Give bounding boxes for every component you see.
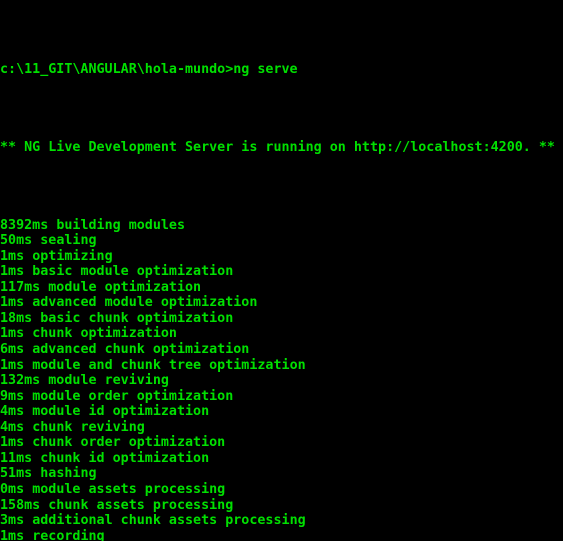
build-step-line: 8392ms building modules (0, 218, 563, 234)
build-step-line: 1ms chunk optimization (0, 326, 563, 342)
build-step-time: 117ms (0, 279, 41, 295)
build-step-label: sealing (40, 233, 97, 249)
build-step-time: 50ms (0, 233, 33, 249)
build-step-label: advanced chunk optimization (32, 342, 250, 358)
build-step-line: 11ms chunk id optimization (0, 451, 563, 467)
build-step-time: 1ms (0, 295, 25, 311)
build-step-label: module optimization (48, 279, 202, 295)
build-step-line: 9ms module order optimization (0, 389, 563, 405)
build-step-time: 1ms (0, 528, 25, 541)
build-step-label: module id optimization (32, 404, 210, 420)
prompt-line: c:\11_GIT\ANGULAR\hola-mundo>ng serve (0, 62, 563, 78)
build-step-label: chunk optimization (32, 326, 177, 342)
terminal-window[interactable]: c:\11_GIT\ANGULAR\hola-mundo>ng serve **… (0, 0, 563, 541)
build-step-line: 1ms optimizing (0, 249, 563, 265)
build-step-time: 132ms (0, 373, 41, 389)
build-step-line: 3ms additional chunk assets processing (0, 513, 563, 529)
build-step-time: 18ms (0, 310, 33, 326)
build-step-line: 1ms basic module optimization (0, 264, 563, 280)
prompt-path: c:\11_GIT\ANGULAR\hola-mundo> (0, 62, 234, 78)
build-step-label: chunk id optimization (40, 450, 210, 466)
build-step-label: recording (32, 528, 105, 541)
build-step-time: 6ms (0, 342, 25, 358)
build-step-label: module reviving (48, 373, 169, 389)
prompt-command: ng serve (233, 62, 298, 78)
build-step-label: optimizing (32, 248, 113, 264)
build-step-label: module assets processing (32, 481, 226, 497)
build-step-label: hashing (40, 466, 97, 482)
build-step-time: 158ms (0, 497, 41, 513)
build-step-time: 1ms (0, 357, 25, 373)
build-step-line: 4ms chunk reviving (0, 420, 563, 436)
build-step-label: chunk assets processing (48, 497, 234, 513)
build-step-label: module and chunk tree optimization (32, 357, 306, 373)
build-step-line: 51ms hashing (0, 466, 563, 482)
build-step-line: 50ms sealing (0, 233, 563, 249)
build-step-label: module order optimization (32, 388, 234, 404)
build-step-time: 11ms (0, 450, 33, 466)
build-step-label: basic module optimization (32, 264, 234, 280)
build-step-time: 0ms (0, 481, 25, 497)
server-banner-text: ** NG Live Development Server is running… (0, 139, 555, 155)
build-step-label: building modules (56, 217, 186, 233)
build-step-line: 132ms module reviving (0, 373, 563, 389)
build-step-time: 3ms (0, 513, 25, 529)
build-step-time: 1ms (0, 326, 25, 342)
build-step-line: 6ms advanced chunk optimization (0, 342, 563, 358)
build-step-label: advanced module optimization (32, 295, 258, 311)
build-step-time: 9ms (0, 388, 25, 404)
build-step-time: 1ms (0, 435, 25, 451)
build-step-time: 51ms (0, 466, 33, 482)
build-step-time: 1ms (0, 264, 25, 280)
build-step-time: 4ms (0, 419, 25, 435)
build-step-line: 1ms chunk order optimization (0, 435, 563, 451)
build-step-label: chunk reviving (32, 419, 145, 435)
server-banner-line: ** NG Live Development Server is running… (0, 140, 563, 156)
build-step-line: 1ms recording (0, 529, 563, 541)
build-step-line: 18ms basic chunk optimization (0, 311, 563, 327)
build-step-label: chunk order optimization (32, 435, 226, 451)
build-step-line: 158ms chunk assets processing (0, 498, 563, 514)
build-step-label: basic chunk optimization (40, 310, 234, 326)
build-step-line: 1ms module and chunk tree optimization (0, 358, 563, 374)
build-step-time: 8392ms (0, 217, 49, 233)
build-step-line: 0ms module assets processing (0, 482, 563, 498)
build-step-line: 4ms module id optimization (0, 404, 563, 420)
build-step-line: 1ms advanced module optimization (0, 295, 563, 311)
build-step-time: 4ms (0, 404, 25, 420)
build-step-label: additional chunk assets processing (32, 513, 306, 529)
build-step-time: 1ms (0, 248, 25, 264)
build-steps-list: 8392ms building modules 50ms sealing 1ms o… (0, 218, 563, 541)
build-step-line: 117ms module optimization (0, 280, 563, 296)
